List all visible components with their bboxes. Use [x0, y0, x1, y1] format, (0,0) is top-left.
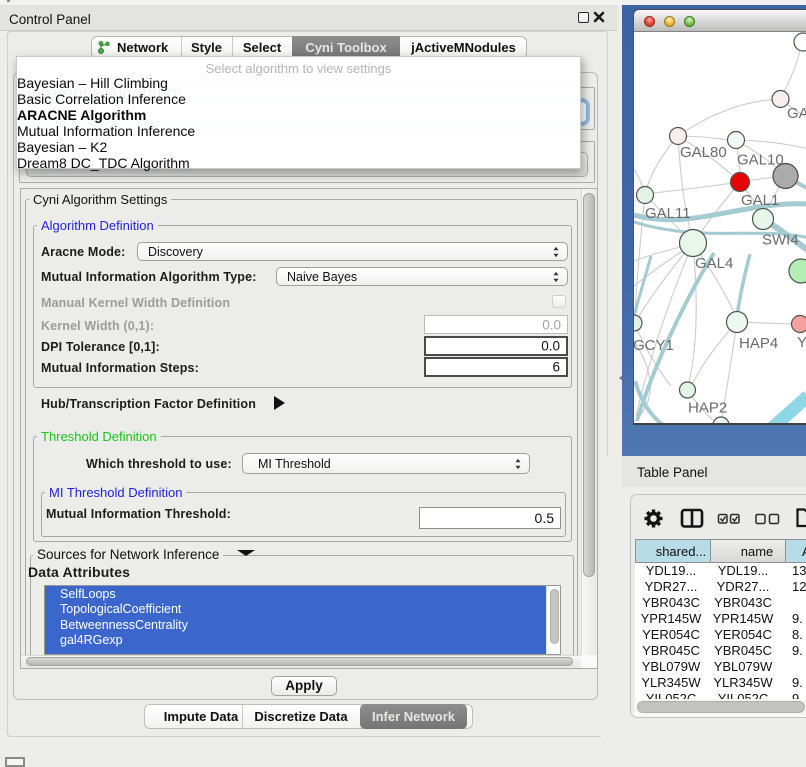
svg-text:GAL80: GAL80	[680, 144, 727, 161]
svg-text:HAP4: HAP4	[739, 335, 778, 352]
svg-text:HAP2: HAP2	[688, 400, 727, 417]
svg-text:SWI4: SWI4	[762, 232, 799, 249]
svg-text:GAL1: GAL1	[741, 192, 779, 209]
svg-text:GCY1: GCY1	[634, 337, 674, 354]
svg-text:GAL10: GAL10	[737, 152, 784, 169]
svg-text:GAL11: GAL11	[645, 205, 691, 222]
svg-text:Y: Y	[797, 334, 806, 351]
svg-text:GAL4: GAL4	[695, 255, 733, 272]
svg-text:GAL: GAL	[787, 105, 806, 122]
